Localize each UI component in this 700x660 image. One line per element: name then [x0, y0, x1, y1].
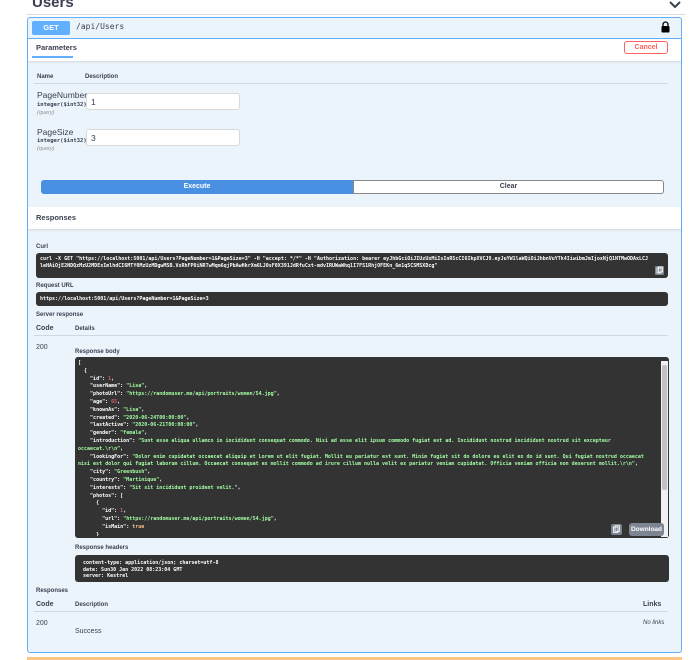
tab-underline	[32, 56, 73, 58]
header-line: server: Kestrel	[83, 573, 129, 579]
responses-label: Responses	[36, 588, 69, 594]
cancel-button[interactable]: Cancel	[624, 41, 668, 54]
column-header-name: Name	[37, 74, 54, 80]
group-title[interactable]: Users	[32, 0, 74, 11]
table-divider	[34, 83, 668, 84]
tab-parameters[interactable]: Parameters	[36, 43, 77, 52]
server-response-label: Server response	[36, 312, 84, 318]
responses-header	[28, 207, 681, 229]
response-row-code: 200	[36, 620, 48, 627]
response-headers-label: Response headers	[75, 545, 129, 551]
execute-button[interactable]: Execute	[41, 180, 353, 194]
column-header-description: Description	[85, 74, 119, 80]
param-name-pagenumber: PageNumber	[37, 90, 88, 100]
chevron-down-icon[interactable]	[668, 0, 682, 12]
operation-path: /api/Users	[76, 22, 125, 31]
column-header-description: Description	[75, 602, 109, 608]
group-divider	[26, 14, 686, 15]
param-name-pagesize: PageSize	[37, 127, 74, 137]
copy-icon[interactable]	[655, 266, 664, 275]
curl-label: Curl	[36, 244, 48, 250]
response-row-links: No links	[643, 620, 665, 626]
method-badge: GET	[32, 21, 70, 35]
table-divider	[34, 335, 668, 336]
response-headers[interactable]: content-type: application/json; charset=…	[75, 555, 669, 582]
column-header-links: Links	[643, 601, 662, 608]
table-divider	[34, 611, 668, 612]
parameters-header	[28, 39, 681, 61]
clear-button[interactable]: Clear	[353, 180, 664, 194]
request-url-label: Request URL	[36, 283, 74, 289]
param-type: integer($int32)	[37, 138, 87, 144]
operation-summary[interactable]	[28, 18, 681, 39]
param-location: (query)	[37, 110, 55, 116]
request-url[interactable]: https://localhost:5001/api/Users?PageNum…	[36, 292, 668, 306]
column-header-code: Code	[36, 601, 54, 608]
lock-icon[interactable]	[661, 21, 670, 33]
response-body-json: [ { "id": 1, "userName": "Lisa", "photoU…	[78, 360, 647, 536]
pagesize-input[interactable]	[86, 129, 240, 146]
responses-title: Responses	[36, 213, 77, 222]
param-type: integer($int32)	[37, 102, 87, 108]
curl-command[interactable]: curl -X GET "https://localhost:5001/api/…	[36, 253, 668, 278]
response-row-description: Success	[75, 628, 102, 635]
copy-icon[interactable]	[611, 524, 622, 535]
download-button[interactable]: Download	[629, 523, 664, 536]
response-body-label: Response body	[75, 349, 120, 355]
pagenumber-input[interactable]	[86, 93, 240, 110]
response-status-code: 200	[36, 344, 48, 351]
column-header-code: Code	[36, 325, 54, 332]
scrollbar-thumb[interactable]	[662, 365, 667, 490]
param-location: (query)	[37, 146, 55, 152]
column-header-details: Details	[75, 326, 95, 332]
